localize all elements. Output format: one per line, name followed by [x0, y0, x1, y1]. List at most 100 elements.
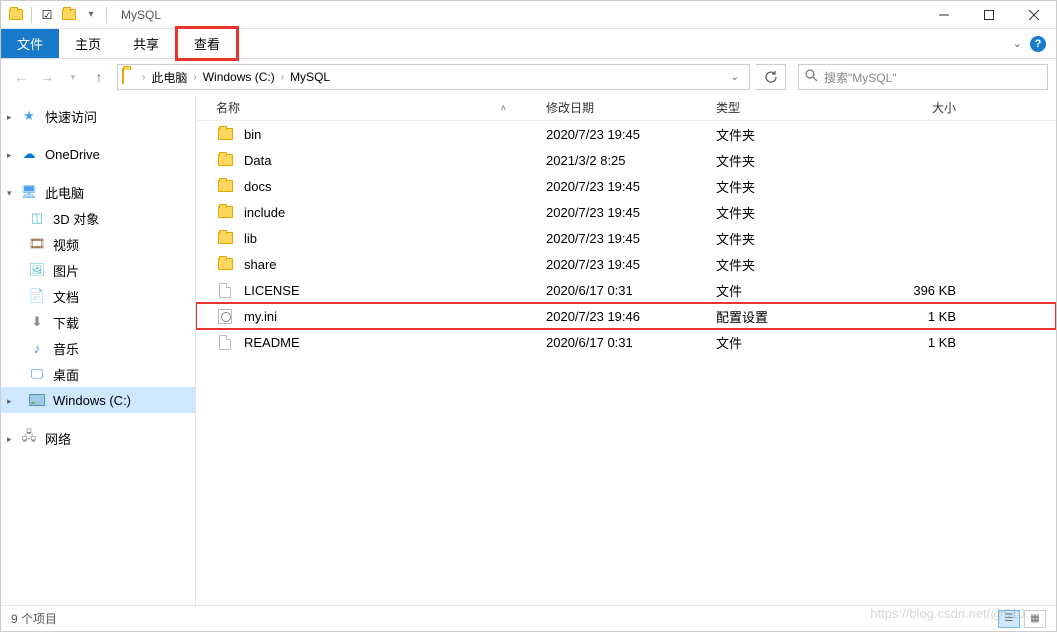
- separator: [31, 7, 32, 23]
- file-type: 文件夹: [716, 255, 856, 274]
- nav-3d-objects[interactable]: ◫ 3D 对象: [1, 205, 195, 231]
- column-label: 名称: [216, 99, 240, 116]
- refresh-button[interactable]: [756, 64, 786, 90]
- tab-view[interactable]: 查看: [175, 26, 239, 61]
- file-row[interactable]: README2020/6/17 0:31文件1 KB: [196, 329, 1056, 355]
- nav-drive-c[interactable]: ▸ Windows (C:): [1, 387, 195, 413]
- nav-quick-access[interactable]: ▸ ★ 快速访问: [1, 103, 195, 129]
- nav-pictures[interactable]: 🖼 图片: [1, 257, 195, 283]
- folder-icon: [216, 152, 234, 168]
- file-name: Data: [244, 153, 546, 168]
- file-type: 文件夹: [716, 177, 856, 196]
- folder-icon: [7, 6, 25, 24]
- breadcrumb-segment[interactable]: 此电脑: [145, 69, 193, 86]
- nav-network[interactable]: ▸ 🖧 网络: [1, 425, 195, 451]
- breadcrumb[interactable]: › 此电脑 › Windows (C:) › MySQL ⌄: [117, 64, 750, 90]
- download-icon: ⬇: [29, 314, 45, 330]
- nav-music[interactable]: ♪ 音乐: [1, 335, 195, 361]
- breadcrumb-segment[interactable]: Windows (C:): [197, 70, 281, 84]
- nav-this-pc[interactable]: ▾ 🖥 此电脑: [1, 179, 195, 205]
- breadcrumb-dropdown[interactable]: ⌄: [725, 72, 745, 83]
- address-bar: ← → ▾ ↑ › 此电脑 › Windows (C:) › MySQL ⌄ 搜…: [1, 59, 1056, 95]
- column-type[interactable]: 类型: [716, 99, 856, 116]
- network-icon: 🖧: [21, 430, 37, 446]
- view-details-button[interactable]: ☰: [998, 610, 1020, 628]
- file-name: lib: [244, 231, 546, 246]
- view-icons-button[interactable]: ▦: [1024, 610, 1046, 628]
- file-size: 1 KB: [856, 335, 976, 350]
- file-row[interactable]: bin2020/7/23 19:45文件夹: [196, 121, 1056, 147]
- chevron-right-icon[interactable]: ▸: [7, 434, 12, 445]
- cloud-icon: ☁: [21, 146, 37, 162]
- tab-home[interactable]: 主页: [59, 29, 117, 58]
- file-date: 2020/7/23 19:45: [546, 231, 716, 246]
- column-date[interactable]: 修改日期: [546, 99, 716, 116]
- file-row[interactable]: lib2020/7/23 19:45文件夹: [196, 225, 1056, 251]
- folder-icon: [216, 204, 234, 220]
- file-name: share: [244, 257, 546, 272]
- nav-downloads[interactable]: ⬇ 下载: [1, 309, 195, 335]
- up-button[interactable]: ↑: [87, 65, 111, 89]
- help-button[interactable]: ?: [1030, 36, 1046, 52]
- file-row[interactable]: docs2020/7/23 19:45文件夹: [196, 173, 1056, 199]
- file-date: 2020/6/17 0:31: [546, 283, 716, 298]
- column-size[interactable]: 大小: [856, 99, 976, 116]
- history-dropdown[interactable]: ▾: [61, 65, 85, 89]
- quick-access-toolbar: ☑ ▾ MySQL: [1, 6, 167, 24]
- nav-videos[interactable]: 🎞 视频: [1, 231, 195, 257]
- file-date: 2020/7/23 19:45: [546, 179, 716, 194]
- folder-icon: [216, 230, 234, 246]
- maximize-button[interactable]: [966, 1, 1011, 29]
- close-button[interactable]: [1011, 1, 1056, 29]
- file-row[interactable]: share2020/7/23 19:45文件夹: [196, 251, 1056, 277]
- nav-label: 图片: [53, 261, 79, 280]
- nav-label: 3D 对象: [53, 209, 99, 228]
- window-title: MySQL: [121, 8, 161, 22]
- tab-share[interactable]: 共享: [117, 29, 175, 58]
- chevron-right-icon[interactable]: ▸: [7, 112, 12, 123]
- document-icon: 📄: [29, 288, 45, 304]
- breadcrumb-segment[interactable]: MySQL: [284, 70, 336, 84]
- search-placeholder: 搜索"MySQL": [824, 69, 897, 86]
- film-icon: 🎞: [29, 236, 45, 252]
- navigation-pane: ▸ ★ 快速访问 ▸ ☁ OneDrive ▾ 🖥 此电脑 ◫ 3D 对象: [1, 95, 196, 605]
- file-row[interactable]: my.ini2020/7/23 19:46配置设置1 KB: [196, 303, 1056, 329]
- tab-file[interactable]: 文件: [1, 29, 59, 58]
- music-icon: ♪: [29, 340, 45, 356]
- nav-label: 快速访问: [45, 107, 97, 126]
- nav-label: 桌面: [53, 365, 79, 384]
- properties-icon[interactable]: ☑: [38, 6, 56, 24]
- folder-icon: [122, 69, 138, 85]
- file-row[interactable]: include2020/7/23 19:45文件夹: [196, 199, 1056, 225]
- minimize-button[interactable]: [921, 1, 966, 29]
- dropdown-icon[interactable]: ▾: [82, 6, 100, 24]
- column-headers: 名称 ˄ 修改日期 类型 大小: [196, 95, 1056, 121]
- folder-icon[interactable]: [60, 6, 78, 24]
- nav-label: 网络: [45, 429, 71, 448]
- file-row[interactable]: LICENSE2020/6/17 0:31文件396 KB: [196, 277, 1056, 303]
- file-name: docs: [244, 179, 546, 194]
- search-input[interactable]: 搜索"MySQL": [798, 64, 1048, 90]
- nav-label: 此电脑: [45, 183, 84, 202]
- chevron-right-icon[interactable]: ▸: [7, 396, 12, 407]
- chevron-down-icon[interactable]: ⌄: [1013, 37, 1022, 50]
- nav-desktop[interactable]: 🖵 桌面: [1, 361, 195, 387]
- pc-icon: 🖥: [21, 184, 37, 200]
- file-icon: [216, 282, 234, 298]
- chevron-down-icon[interactable]: ▾: [7, 188, 12, 199]
- file-type: 文件夹: [716, 203, 856, 222]
- folder-icon: [216, 178, 234, 194]
- back-button[interactable]: ←: [9, 65, 33, 89]
- nav-onedrive[interactable]: ▸ ☁ OneDrive: [1, 141, 195, 167]
- file-size: 1 KB: [856, 309, 976, 324]
- nav-documents[interactable]: 📄 文档: [1, 283, 195, 309]
- nav-label: 文档: [53, 287, 79, 306]
- column-name[interactable]: 名称 ˄: [216, 99, 546, 116]
- chevron-right-icon[interactable]: ▸: [7, 150, 12, 161]
- nav-label: OneDrive: [45, 147, 100, 162]
- window-controls: [921, 1, 1056, 29]
- desktop-icon: 🖵: [29, 366, 45, 382]
- file-row[interactable]: Data2021/3/2 8:25文件夹: [196, 147, 1056, 173]
- forward-button[interactable]: →: [35, 65, 59, 89]
- cube-icon: ◫: [29, 210, 45, 226]
